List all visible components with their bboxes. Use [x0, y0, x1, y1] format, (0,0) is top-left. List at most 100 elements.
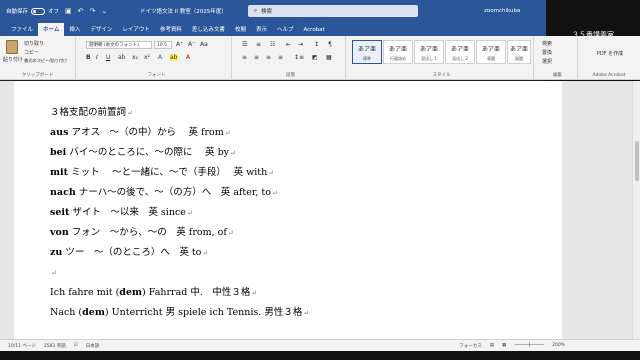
align-left-icon[interactable]: ≡	[242, 54, 247, 61]
proofing-icon[interactable]: ☑	[74, 343, 78, 348]
zoom-slider[interactable]: ─────┼─────	[514, 343, 544, 348]
preposition-word: zu	[50, 247, 63, 258]
paragraph-mark-icon: ↵	[251, 289, 258, 297]
preposition-line: seit ザイト ～以来 英 since↵	[50, 203, 309, 223]
example-text-after: ) Fahrrad 中. 中性３格	[142, 287, 251, 298]
preposition-line: von フォン ～から、～の 英 from, of↵	[50, 223, 309, 243]
font-size-select[interactable]: 10.5	[154, 41, 172, 49]
clipboard-icon[interactable]	[6, 40, 18, 54]
justify-icon[interactable]: ≡	[278, 54, 283, 61]
style-normal[interactable]: あア亜 標準	[352, 40, 382, 64]
print-layout-icon[interactable]: ▦	[502, 343, 506, 348]
bullets-icon[interactable]: ☰	[242, 41, 247, 48]
tab-mailings[interactable]: 差し込み文書	[187, 23, 230, 36]
autosave-control[interactable]: 自動保存 オフ	[6, 7, 59, 15]
paragraph-mark-icon: ↵	[268, 169, 275, 177]
cut-button[interactable]: 切り取り	[24, 40, 44, 47]
paragraph-mark-icon: ↵	[202, 249, 209, 257]
text-effects-icon[interactable]: A	[158, 54, 162, 61]
tab-help[interactable]: ヘルプ	[272, 23, 299, 36]
tab-layout[interactable]: レイアウト	[117, 23, 155, 36]
customize-chevron-icon[interactable]: ⌄	[101, 7, 107, 15]
example-text-before: Ich fahre mit (	[50, 287, 120, 298]
shrink-font-icon[interactable]: A⁻	[188, 41, 195, 48]
numbering-icon[interactable]: ≡	[256, 41, 261, 48]
scrollbar-thumb[interactable]	[635, 141, 639, 181]
format-painter-button[interactable]: 書式のコピー/貼り付け	[24, 58, 67, 64]
decrease-indent-icon[interactable]: ⇤	[286, 41, 291, 48]
preposition-text: ナーハ～の後で、～（の方）へ 英 after, to	[75, 187, 271, 198]
tab-file[interactable]: ファイル	[6, 23, 38, 36]
read-mode-icon[interactable]: ▤	[490, 343, 494, 348]
document-page[interactable]: ３格支配の前置詞↵ aus アオス ～（の中）から 英 from↵ bei バイ…	[14, 81, 562, 339]
style-subtitle[interactable]: あア亜 副題	[507, 40, 531, 64]
paste-button[interactable]: 貼り付け	[3, 56, 23, 63]
preposition-word: mit	[50, 167, 69, 178]
tab-insert[interactable]: 挿入	[64, 23, 85, 36]
strikethrough-icon[interactable]: ab	[118, 54, 126, 61]
style-heading-1[interactable]: あア亜 見出し 1	[414, 40, 444, 64]
superscript-icon[interactable]: x²	[144, 54, 150, 61]
language[interactable]: 日本語	[86, 343, 100, 349]
search-input[interactable]: ⌕ 検索	[248, 5, 418, 17]
font-group: 游明朝 (本文のフォント) 10.5 A⁺ A⁻ Aa B I U ab x₂ …	[82, 36, 232, 80]
style-no-spacing[interactable]: あア亜 行間詰め	[383, 40, 413, 64]
borders-icon[interactable]: ▦	[326, 54, 332, 61]
editing-group: 検索 置換 選択 編集	[538, 36, 578, 80]
focus-mode[interactable]: フォーカス	[459, 343, 482, 349]
change-case-icon[interactable]: Aa	[200, 41, 208, 48]
show-marks-icon[interactable]: ¶	[328, 41, 332, 48]
replace-button[interactable]: 置換	[542, 49, 552, 56]
autosave-toggle[interactable]	[31, 7, 46, 15]
ribbon-tabs: ファイル ホーム 挿入 デザイン レイアウト 参考資料 差し込み文書 校閲 表示…	[0, 22, 546, 36]
highlight-icon[interactable]: ab	[170, 54, 178, 61]
multilevel-list-icon[interactable]: ☷	[270, 41, 275, 48]
autosave-label: 自動保存	[6, 9, 29, 15]
find-button[interactable]: 検索	[542, 40, 552, 47]
tab-review[interactable]: 校閲	[230, 23, 251, 36]
style-heading-2[interactable]: あア亜 見出し 2	[445, 40, 475, 64]
vertical-scrollbar[interactable]	[632, 81, 640, 339]
sort-icon[interactable]: ↕	[314, 41, 319, 48]
undo-icon[interactable]: ↶	[78, 7, 84, 15]
align-center-icon[interactable]: ≡	[254, 54, 259, 61]
grow-font-icon[interactable]: A⁺	[176, 41, 183, 48]
increase-indent-icon[interactable]: ⇥	[298, 41, 303, 48]
style-title[interactable]: あア亜 表題	[476, 40, 506, 64]
zoom-level[interactable]: 200%	[552, 343, 565, 348]
create-pdf-button[interactable]: PDF を作成	[588, 50, 632, 57]
user-name[interactable]: zoomchikuba	[484, 8, 520, 14]
line-spacing-icon[interactable]: ↕≡	[294, 54, 304, 61]
style-preview: あア亜	[388, 46, 407, 53]
example-article: dem	[119, 287, 143, 298]
font-family-select[interactable]: 游明朝 (本文のフォント)	[86, 41, 152, 49]
tab-design[interactable]: デザイン	[85, 23, 117, 36]
italic-icon[interactable]: I	[96, 54, 98, 61]
bold-icon[interactable]: B	[86, 54, 91, 61]
tab-home[interactable]: ホーム	[38, 23, 65, 36]
page-count[interactable]: 10/11 ページ	[8, 343, 36, 349]
tab-acrobat[interactable]: Acrobat	[298, 25, 329, 36]
word-count[interactable]: 2583 単語	[44, 343, 66, 349]
tab-view[interactable]: 表示	[251, 23, 272, 36]
subscript-icon[interactable]: x₂	[132, 54, 138, 61]
redo-icon[interactable]: ↷	[90, 7, 96, 15]
document-body[interactable]: ３格支配の前置詞↵ aus アオス ～（の中）から 英 from↵ bei バイ…	[50, 103, 309, 323]
paragraph-group-label: 段落	[286, 73, 295, 78]
copy-button[interactable]: コピー	[24, 49, 39, 56]
preposition-line: zu ツー ～（のところ）へ 英 to↵	[50, 243, 309, 263]
font-color-icon[interactable]: A	[186, 54, 190, 61]
select-button[interactable]: 選択	[542, 58, 552, 65]
shading-icon[interactable]: ◩	[312, 54, 318, 61]
tab-references[interactable]: 参考資料	[155, 23, 187, 36]
save-icon[interactable]: ▣	[65, 7, 72, 15]
styles-group-label: スタイル	[432, 73, 451, 78]
editing-group-label: 編集	[553, 73, 562, 78]
underline-icon[interactable]: U	[106, 54, 110, 61]
example-article: dem	[82, 307, 105, 318]
font-group-label: フォント	[147, 73, 166, 78]
status-bar: 10/11 ページ 2583 単語 ☑ 日本語 フォーカス ▤ ▦ ─────┼…	[0, 339, 640, 351]
title-bar: 自動保存 オフ ▣ ↶ ↷ ⌄ ドイツ語文法 II 教室（2025年度） ⌕ 検…	[0, 0, 546, 22]
align-right-icon[interactable]: ≡	[266, 54, 271, 61]
preposition-word: nach	[50, 187, 76, 198]
